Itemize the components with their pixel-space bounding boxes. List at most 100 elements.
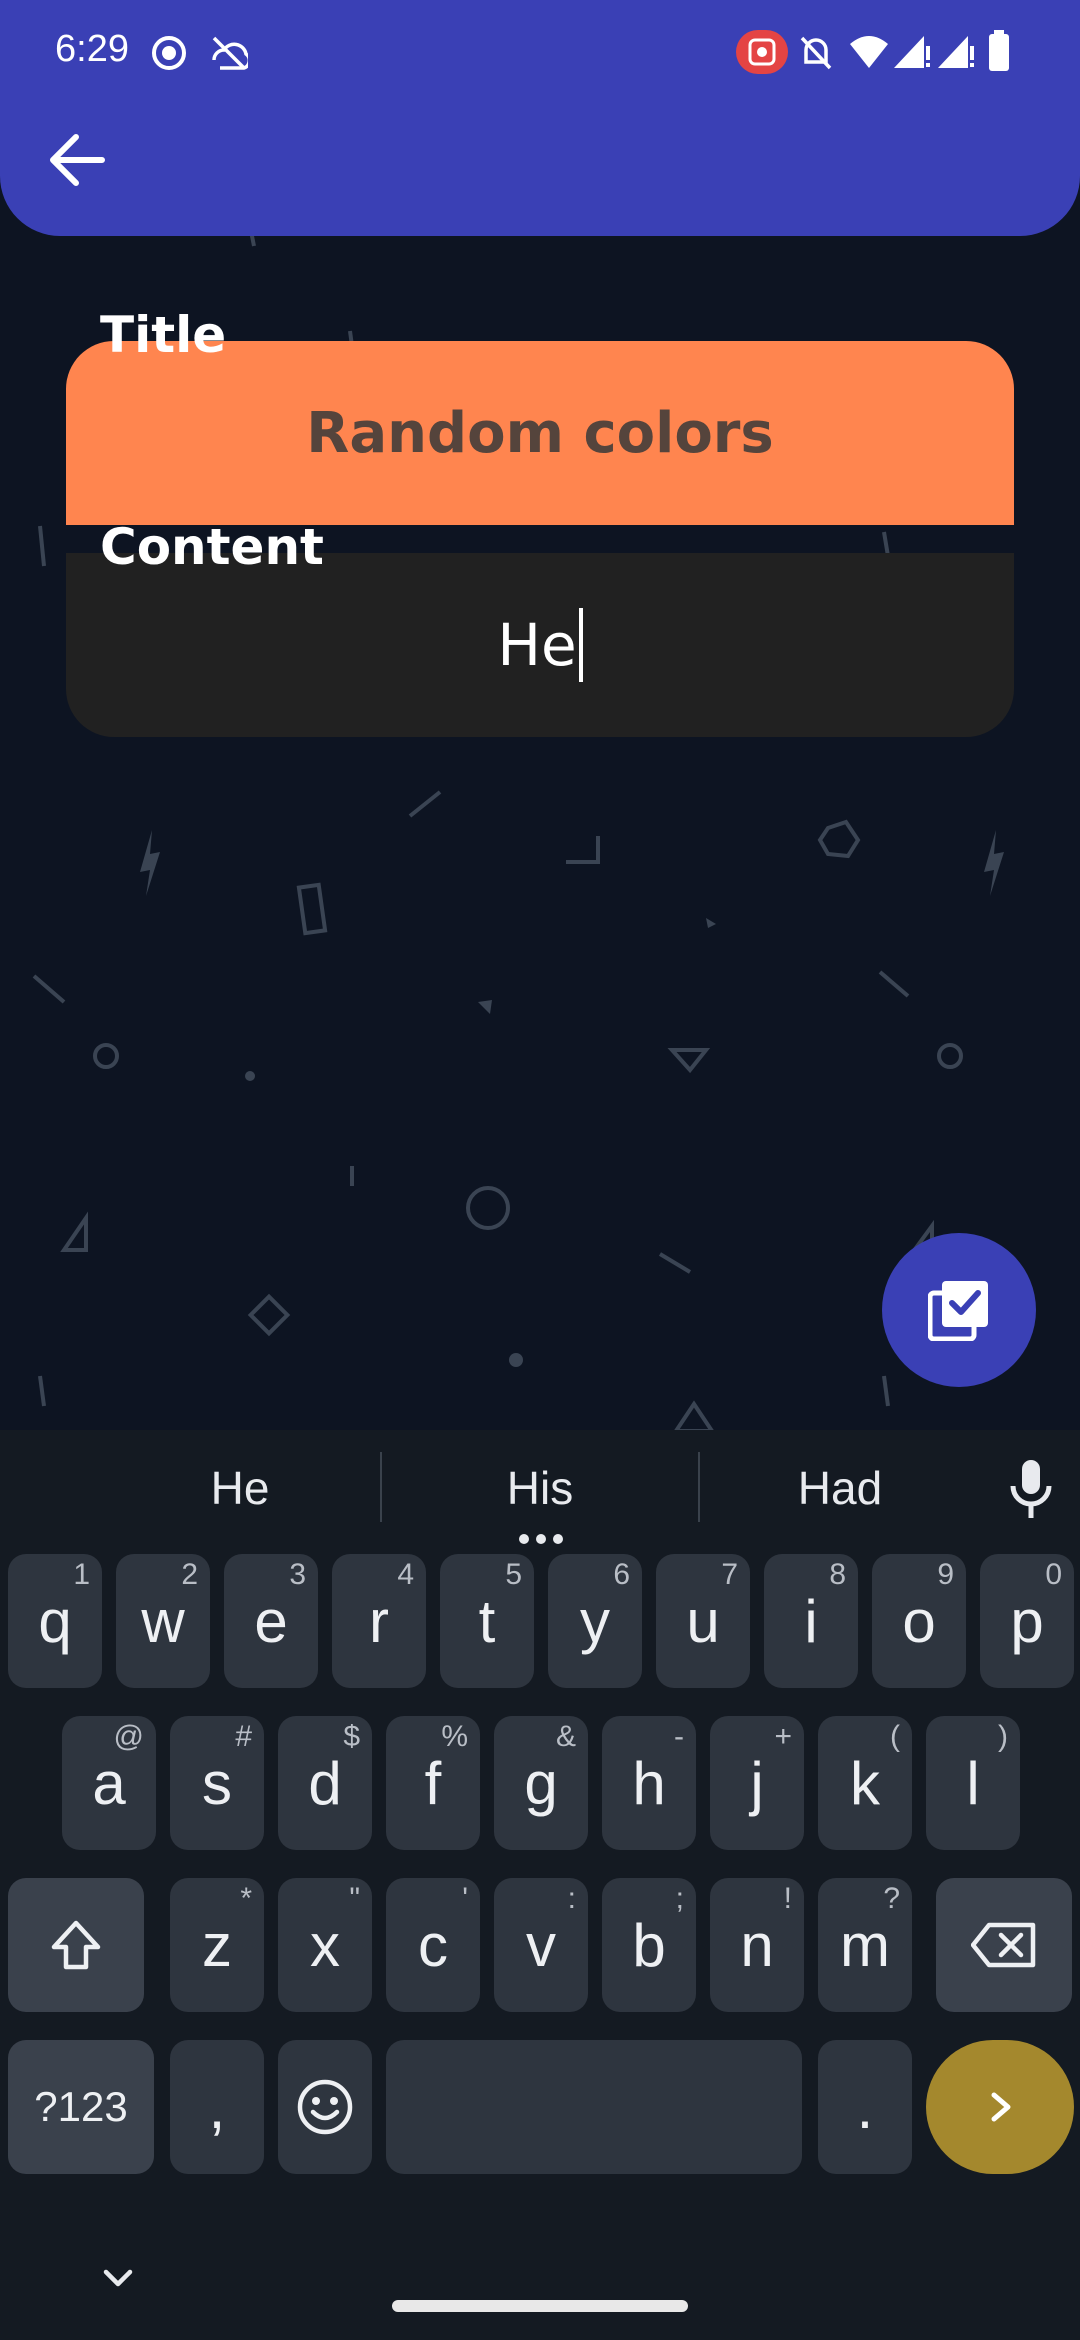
key-letter: w [141, 1587, 185, 1655]
key-hint: 0 [1045, 1558, 1062, 1591]
key-letter: f [424, 1749, 442, 1817]
key-hint: - [674, 1720, 684, 1753]
key-n[interactable]: ! n [710, 1878, 804, 2012]
key-j[interactable]: + j [710, 1716, 804, 1850]
key-l[interactable]: ) l [926, 1716, 1020, 1850]
key-letter: i [804, 1587, 818, 1655]
key-hint: 3 [289, 1558, 306, 1591]
backspace-key[interactable] [936, 1878, 1072, 2012]
symbols-key[interactable]: ?123 [8, 2040, 154, 2174]
key-hint: 6 [613, 1558, 630, 1591]
suggestion-divider [698, 1452, 700, 1522]
key-t[interactable]: 5t [440, 1554, 534, 1688]
key-letter: p [1010, 1587, 1044, 1655]
microphone-icon[interactable] [1008, 1458, 1054, 1524]
key-h[interactable]: -h [602, 1716, 696, 1850]
key-e[interactable]: 3e [224, 1554, 318, 1688]
key-letter: o [902, 1587, 936, 1655]
signal-icon [894, 36, 930, 68]
key-y[interactable]: 6y [548, 1554, 642, 1688]
key-hint: + [774, 1720, 792, 1753]
suggestion-3[interactable]: Had [740, 1455, 940, 1521]
title-label: Title [100, 306, 227, 364]
back-button[interactable] [40, 125, 115, 195]
more-suggestions-icon[interactable] [518, 1530, 564, 1549]
key-i[interactable]: 8i [764, 1554, 858, 1688]
key-o[interactable]: 9o [872, 1554, 966, 1688]
key-hint: 4 [397, 1558, 414, 1591]
key-letter: u [686, 1587, 720, 1655]
comma-key[interactable]: , [170, 2040, 264, 2174]
key-hint: 1 [73, 1558, 90, 1591]
content-label: Content [100, 518, 324, 576]
suggestion-divider [380, 1452, 382, 1522]
sync-off-icon [212, 36, 248, 70]
title-value: Random colors [306, 400, 774, 466]
backspace-icon [971, 1922, 1036, 1968]
key-d[interactable]: $ d [278, 1716, 372, 1850]
key-hint: ( [890, 1720, 900, 1753]
key-letter: v [526, 1911, 556, 1979]
mute-icon [800, 36, 832, 70]
emoji-key[interactable] [278, 2040, 372, 2174]
key-w[interactable]: 2w [116, 1554, 210, 1688]
emoji-icon [297, 2079, 353, 2135]
key-r[interactable]: 4r [332, 1554, 426, 1688]
key-q[interactable]: 1q [8, 1554, 102, 1688]
key-s[interactable]: # s [170, 1716, 264, 1850]
enter-key[interactable] [926, 2040, 1074, 2174]
key-x[interactable]: " x [278, 1878, 372, 2012]
title-field[interactable]: Random colors [66, 341, 1014, 525]
key-hint: $ [343, 1720, 360, 1753]
period-key[interactable]: . [818, 2040, 912, 2174]
space-key[interactable] [386, 2040, 802, 2174]
key-hint: ! [783, 1882, 792, 1915]
key-b[interactable]: ; b [602, 1878, 696, 2012]
key-u[interactable]: 7u [656, 1554, 750, 1688]
key-letter: s [202, 1749, 232, 1817]
battery-icon [989, 30, 1009, 71]
key-letter: j [750, 1749, 764, 1817]
key-letter: l [966, 1749, 980, 1817]
content-field[interactable]: He [66, 553, 1014, 737]
hide-keyboard-button[interactable] [98, 2264, 138, 2298]
keyboard: He His Had 1q2w3e4r5t6y7u8i9o0p @ a # s $ d% f… [0, 1430, 1080, 2340]
home-indicator[interactable] [392, 2300, 688, 2312]
cast-icon [736, 30, 788, 74]
suggestion-2[interactable]: His [440, 1455, 640, 1521]
key-a[interactable]: @ a [62, 1716, 156, 1850]
key-c[interactable]: ' c [386, 1878, 480, 2012]
key-v[interactable]: :v [494, 1878, 588, 2012]
key-hint: ' [462, 1882, 468, 1915]
key-hint: & [555, 1720, 576, 1753]
key-g[interactable]: & g [494, 1716, 588, 1850]
signal-icon [938, 36, 974, 68]
key-k[interactable]: (k [818, 1716, 912, 1850]
key-z[interactable]: * z [170, 1878, 264, 2012]
key-hint: 5 [505, 1558, 522, 1591]
save-fab[interactable] [882, 1233, 1036, 1387]
key-hint: % [441, 1720, 468, 1753]
key-hint: 9 [937, 1558, 954, 1591]
key-hint: @ [113, 1720, 144, 1753]
key-letter: r [369, 1587, 389, 1655]
arrow-left-icon [50, 134, 105, 186]
suggestion-bar: He His Had [0, 1430, 1080, 1546]
key-p[interactable]: 0p [980, 1554, 1074, 1688]
suggestion-1[interactable]: He [140, 1455, 340, 1521]
key-letter: n [740, 1911, 774, 1979]
key-letter: z [202, 1911, 232, 1979]
key-m[interactable]: ? m [818, 1878, 912, 2012]
status-time: 6:29 [55, 28, 129, 70]
screen-record-icon [152, 36, 186, 70]
shift-key[interactable] [8, 1878, 144, 2012]
key-letter: q [38, 1587, 72, 1655]
key-letter: m [840, 1911, 890, 1979]
key-letter: c [418, 1911, 448, 1979]
key-letter: k [850, 1749, 880, 1817]
key-f[interactable]: % f [386, 1716, 480, 1850]
key-letter: t [478, 1587, 496, 1655]
key-letter: h [632, 1749, 666, 1817]
key-hint: ; [675, 1882, 684, 1915]
shift-icon [51, 1920, 101, 1970]
